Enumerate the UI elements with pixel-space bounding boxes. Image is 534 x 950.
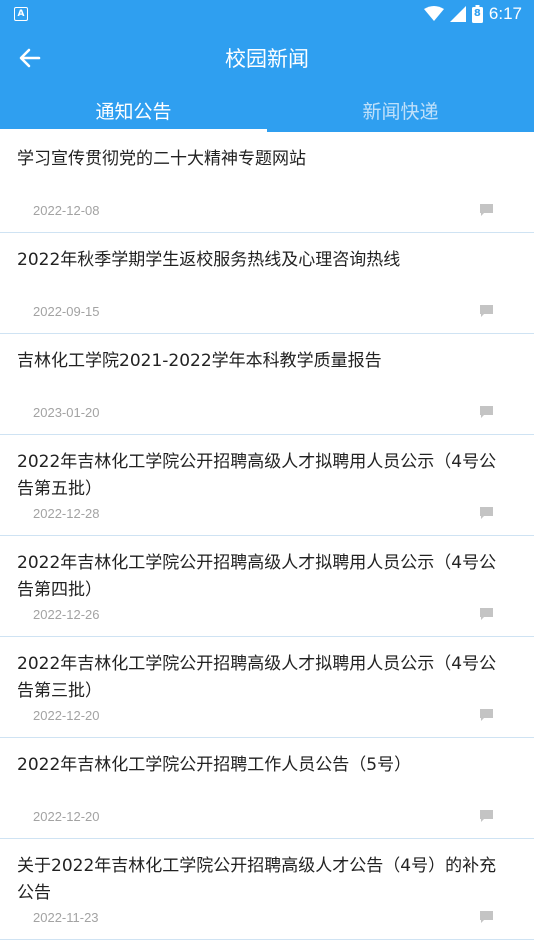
notification-icon: A bbox=[14, 7, 28, 21]
item-date: 2023-01-20 bbox=[33, 405, 100, 420]
item-date: 2022-12-28 bbox=[33, 506, 100, 521]
list-item[interactable]: 2022年吉林化工学院公开招聘高级人才拟聘用人员公示（4号公告第五批） 2022… bbox=[0, 435, 534, 536]
back-button[interactable] bbox=[16, 44, 44, 72]
comment-icon bbox=[480, 911, 493, 923]
item-date: 2022-12-20 bbox=[33, 708, 100, 723]
comment-icon bbox=[480, 608, 493, 620]
comment-icon bbox=[480, 305, 493, 317]
app-bar: 校园新闻 bbox=[0, 28, 534, 88]
item-date: 2022-09-15 bbox=[33, 304, 100, 319]
list-item[interactable]: 吉林化工学院2021-2022学年本科教学质量报告 2023-01-20 bbox=[0, 334, 534, 435]
clock: 6:17 bbox=[488, 4, 522, 23]
status-bar: A 8 6:17 bbox=[0, 0, 534, 28]
comment-icon bbox=[480, 810, 493, 822]
item-title: 关于2022年吉林化工学院公开招聘高级人才公告（4号）的补充公告 bbox=[17, 856, 497, 903]
item-title: 2022年吉林化工学院公开招聘高级人才拟聘用人员公示（4号公告第五批） bbox=[17, 452, 497, 499]
item-title: 学习宣传贯彻党的二十大精神专题网站 bbox=[17, 149, 306, 169]
list-item[interactable]: 2022年吉林化工学院公开招聘高级人才拟聘用人员公示（4号公告第三批） 2022… bbox=[0, 637, 534, 738]
item-date: 2022-11-23 bbox=[33, 910, 99, 925]
item-date: 2022-12-08 bbox=[33, 203, 100, 218]
item-title: 2022年吉林化工学院公开招聘高级人才拟聘用人员公示（4号公告第三批） bbox=[17, 654, 497, 701]
status-left: A bbox=[14, 7, 28, 21]
list-item[interactable]: 2022年吉林化工学院公开招聘高级人才拟聘用人员公示（4号公告第四批） 2022… bbox=[0, 536, 534, 637]
battery-level-glyph: 8 bbox=[473, 8, 481, 19]
list-item[interactable]: 学习宣传贯彻党的二十大精神专题网站 2022-12-08 bbox=[0, 132, 534, 233]
list-item[interactable]: 关于2022年吉林化工学院公开招聘高级人才公告（4号）的补充公告 2022-11… bbox=[0, 839, 534, 940]
wifi-icon bbox=[423, 6, 444, 22]
battery-icon: 8 bbox=[471, 5, 483, 23]
comment-icon bbox=[480, 507, 493, 519]
tab-news-express[interactable]: 新闻快递 bbox=[267, 88, 534, 132]
tab-notices[interactable]: 通知公告 bbox=[0, 88, 267, 132]
item-title: 2022年秋季学期学生返校服务热线及心理咨询热线 bbox=[17, 250, 401, 270]
item-title: 2022年吉林化工学院公开招聘工作人员公告（5号） bbox=[17, 755, 412, 775]
item-title: 2022年吉林化工学院公开招聘高级人才拟聘用人员公示（4号公告第四批） bbox=[17, 553, 497, 600]
item-date: 2022-12-26 bbox=[33, 607, 100, 622]
page-title: 校园新闻 bbox=[225, 47, 309, 71]
status-right: 8 6:17 bbox=[423, 4, 522, 24]
item-title: 吉林化工学院2021-2022学年本科教学质量报告 bbox=[17, 351, 382, 371]
arrow-left-icon bbox=[19, 48, 41, 68]
signal-icon bbox=[449, 6, 466, 22]
list-item[interactable]: 2022年秋季学期学生返校服务热线及心理咨询热线 2022-09-15 bbox=[0, 233, 534, 334]
comment-icon bbox=[480, 204, 493, 216]
comment-icon bbox=[480, 709, 493, 721]
tab-bar: 通知公告 新闻快递 bbox=[0, 88, 534, 132]
list-item[interactable]: 2022年吉林化工学院公开招聘工作人员公告（5号） 2022-12-20 bbox=[0, 738, 534, 839]
item-date: 2022-12-20 bbox=[33, 809, 100, 824]
news-list: 学习宣传贯彻党的二十大精神专题网站 2022-12-08 2022年秋季学期学生… bbox=[0, 132, 534, 940]
comment-icon bbox=[480, 406, 493, 418]
